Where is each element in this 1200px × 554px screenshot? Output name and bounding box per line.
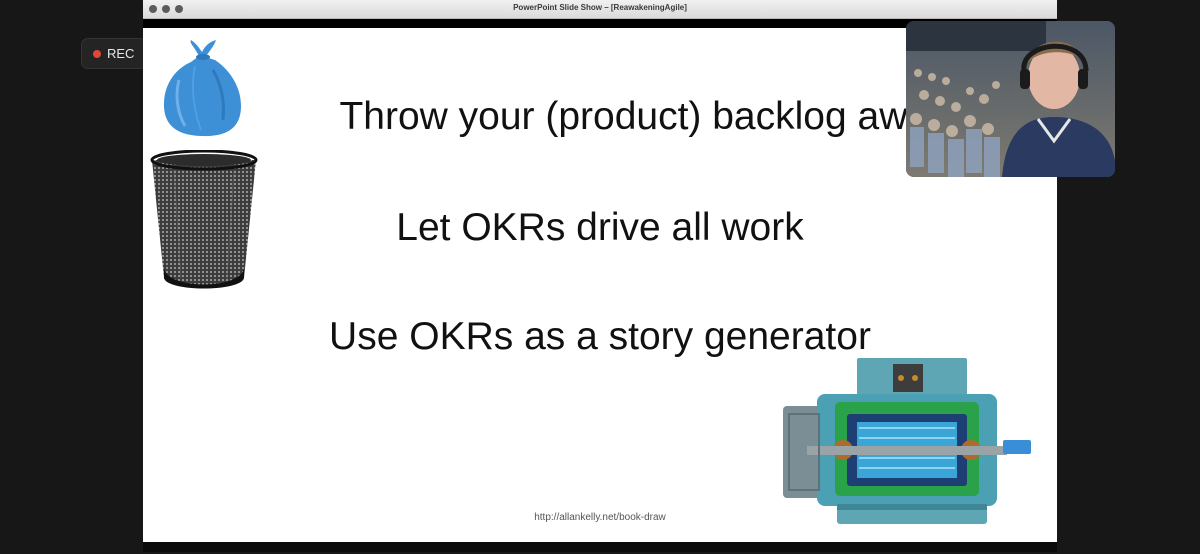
window-bottom-edge [143, 542, 1057, 552]
recording-label: REC [107, 46, 135, 61]
slide-source-url: http://allankelly.net/book-draw [534, 512, 666, 523]
slide-line-okrs-drive-work: Let OKRs drive all work [396, 206, 804, 249]
window-titlebar: PowerPoint Slide Show – [ReawakeningAgil… [143, 0, 1057, 19]
record-dot-icon [93, 50, 101, 58]
slide-line-okrs-story-generator: Use OKRs as a story generator [329, 315, 871, 358]
electric-motor-icon [783, 358, 1031, 524]
window-title: PowerPoint Slide Show – [ReawakeningAgil… [513, 3, 687, 12]
speaker-video-icon [906, 21, 1115, 177]
recording-indicator[interactable]: REC [81, 38, 147, 69]
speaker-video-tile[interactable] [906, 21, 1115, 177]
